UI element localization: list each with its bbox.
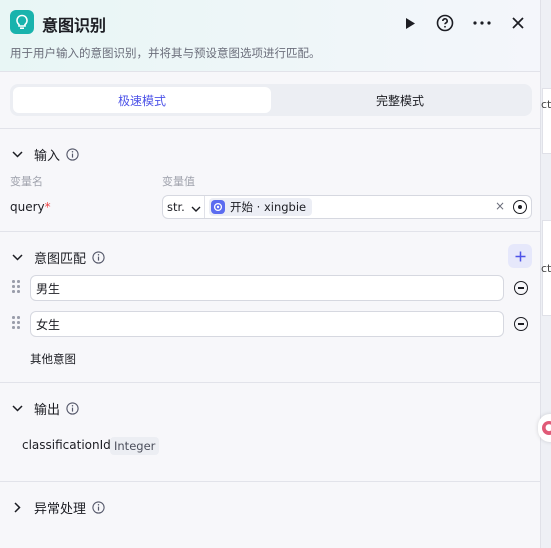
chevron-down-icon[interactable] bbox=[10, 148, 24, 162]
chevron-down-icon[interactable] bbox=[10, 402, 24, 416]
canvas-node-label: ct bbox=[541, 262, 551, 275]
intent-input[interactable]: 男生 bbox=[30, 275, 504, 301]
intent-section-header[interactable]: 意图匹配 bbox=[10, 248, 105, 267]
info-icon[interactable] bbox=[66, 402, 79, 415]
info-icon[interactable] bbox=[92, 251, 105, 264]
variable-picker-icon[interactable] bbox=[513, 200, 527, 214]
chevron-down-icon bbox=[191, 202, 201, 216]
question-circle-icon[interactable] bbox=[434, 12, 456, 34]
output-section-title: 输出 bbox=[34, 403, 61, 418]
node-description[interactable]: 用于用户输入的意图识别，并将其与预设意图选项进行匹配。 bbox=[10, 45, 321, 61]
tab-fast-mode[interactable]: 极速模式 bbox=[13, 87, 271, 113]
divider bbox=[0, 128, 540, 129]
add-intent-button[interactable] bbox=[508, 244, 532, 268]
drag-handle-icon[interactable] bbox=[12, 280, 22, 294]
intent-node-icon bbox=[10, 10, 34, 34]
output-variable-type: Integer bbox=[110, 437, 160, 455]
column-variable-name: 变量名 bbox=[10, 175, 43, 188]
variable-reference: 开始 · xingbie bbox=[230, 200, 307, 214]
variable-value-field[interactable]: str. 开始 · xingbie × bbox=[162, 195, 532, 219]
panel-header: 意图识别 用于用户输入的意图识别，并将其与预设意图选项进行匹配。 bbox=[0, 0, 540, 72]
variable-type: str. bbox=[167, 200, 185, 214]
assistant-icon: ● bbox=[542, 421, 551, 435]
drag-handle-icon[interactable] bbox=[12, 316, 22, 330]
remove-intent-button[interactable] bbox=[514, 317, 528, 331]
intent-node-panel: 意图识别 用于用户输入的意图识别，并将其与预设意图选项进行匹配。 极速模式 完整… bbox=[0, 0, 541, 548]
close-icon[interactable] bbox=[507, 12, 529, 34]
tab-full-mode[interactable]: 完整模式 bbox=[271, 87, 529, 113]
variable-name-label: query* bbox=[10, 200, 51, 214]
chevron-right-icon[interactable] bbox=[10, 501, 24, 515]
variable-name: query bbox=[10, 200, 45, 214]
mode-switch: 极速模式 完整模式 bbox=[10, 84, 532, 116]
more-horizontal-icon[interactable] bbox=[471, 12, 493, 34]
error-section-title: 异常处理 bbox=[34, 502, 87, 517]
input-section-title: 输入 bbox=[34, 149, 61, 164]
error-section-header[interactable]: 异常处理 bbox=[10, 498, 105, 517]
intent-input[interactable]: 女生 bbox=[30, 311, 504, 337]
divider bbox=[0, 481, 540, 482]
other-intent-label: 其他意图 bbox=[30, 352, 76, 366]
chevron-down-icon[interactable] bbox=[10, 251, 24, 265]
column-variable-value: 变量值 bbox=[162, 175, 195, 188]
remove-intent-button[interactable] bbox=[514, 281, 528, 295]
intent-section-title: 意图匹配 bbox=[34, 252, 87, 267]
output-section-header[interactable]: 输出 bbox=[10, 399, 79, 418]
input-section-header[interactable]: 输入 bbox=[10, 145, 79, 164]
variable-reference-tag[interactable]: 开始 · xingbie bbox=[209, 198, 313, 216]
play-icon[interactable] bbox=[399, 12, 421, 34]
node-title[interactable]: 意图识别 bbox=[42, 12, 106, 36]
info-icon[interactable] bbox=[66, 148, 79, 161]
divider bbox=[0, 231, 540, 232]
start-node-icon bbox=[211, 200, 225, 214]
variable-type-select[interactable]: str. bbox=[163, 196, 205, 218]
divider bbox=[0, 382, 540, 383]
clear-icon[interactable]: × bbox=[495, 199, 505, 213]
info-icon[interactable] bbox=[92, 501, 105, 514]
output-variable-name: classificationId bbox=[22, 438, 111, 452]
floating-assistant-button[interactable]: ● bbox=[538, 414, 551, 442]
required-mark: * bbox=[44, 200, 51, 214]
canvas-node-label: ct bbox=[541, 98, 551, 111]
